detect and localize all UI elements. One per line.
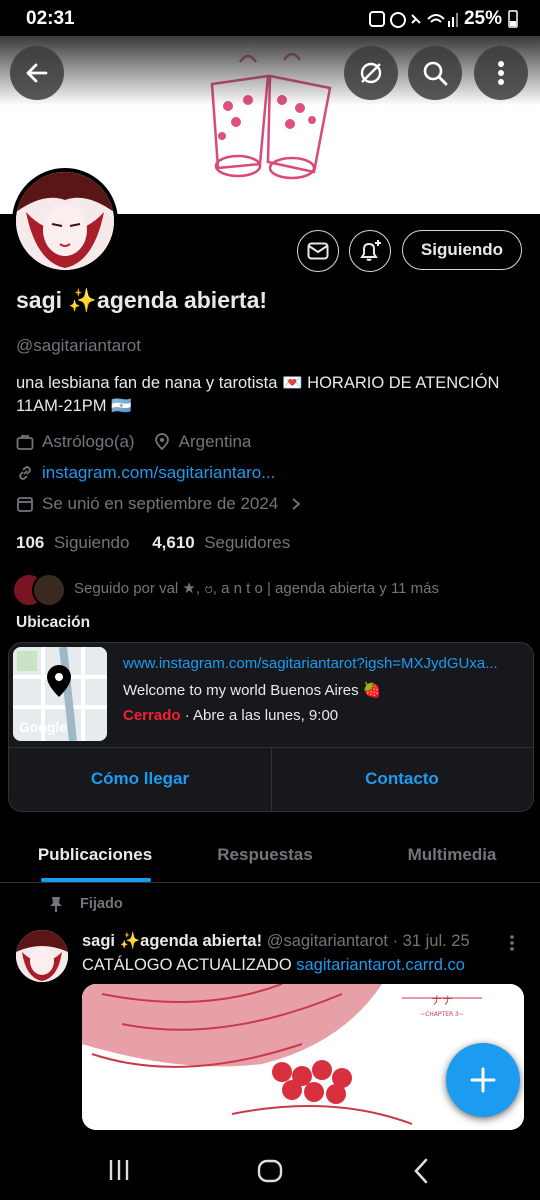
hide-icon	[360, 62, 382, 84]
post-body: CATÁLOGO ACTUALIZADO	[82, 956, 297, 974]
pinned-label: Fijado	[80, 896, 123, 912]
tab-posts[interactable]: Publicaciones	[0, 828, 190, 882]
following-label: Siguiendo	[53, 533, 130, 552]
followers-count: 4,610	[152, 533, 195, 552]
map-thumbnail[interactable]: Google	[13, 647, 107, 741]
avatar-image	[16, 172, 114, 270]
following-count: 106	[16, 533, 45, 552]
location-url[interactable]: www.instagram.com/sagitariantarot?igsh=M…	[123, 655, 498, 672]
more-icon	[498, 61, 504, 85]
location-card: Google www.instagram.com/sagitariantarot…	[8, 642, 534, 812]
calendar-icon	[17, 497, 33, 512]
media-subcaption: ~CHAPTER 3~	[420, 1011, 464, 1018]
business-status: Cerrado	[123, 707, 181, 724]
post-more-icon[interactable]	[508, 934, 516, 952]
chevron-right-icon	[292, 498, 301, 510]
profile-meta-row: Astrólogo(a) Argentina	[16, 432, 251, 452]
profile-joined-row[interactable]: Se unió en septiembre de 2024	[16, 494, 310, 514]
following-button[interactable]: Siguiendo	[402, 230, 522, 270]
battery-icon	[508, 10, 518, 28]
status-time: 02:31	[26, 8, 75, 29]
compose-button[interactable]	[446, 1043, 520, 1117]
opening-hours: · Abre a las lunes, 9:00	[180, 707, 339, 724]
display-name: sagi ✨agenda abierta!	[16, 287, 268, 313]
tab-replies[interactable]: Respuestas	[184, 828, 346, 882]
location-hours: Cerrado · Abre a las lunes, 9:00	[123, 707, 338, 724]
plus-icon	[470, 1067, 496, 1093]
follower-avatar	[32, 573, 66, 607]
location-description: Welcome to my world Buenos Aires 🍓	[123, 682, 382, 699]
link-icon	[19, 466, 31, 480]
search-icon	[423, 61, 448, 86]
map-google-label: Google	[19, 719, 68, 735]
follow-counts: 106 Siguiendo 4,610 Seguidores	[16, 533, 290, 553]
pin-icon	[50, 897, 62, 912]
profile-website-link[interactable]: instagram.com/sagitariantaro...	[42, 463, 275, 483]
following-link[interactable]: 106 Siguiendo	[16, 533, 129, 552]
search-button[interactable]	[408, 46, 462, 100]
media-caption: ナナ	[431, 994, 453, 1007]
followers-label: Seguidores	[204, 533, 291, 552]
tab-media[interactable]: Multimedia	[370, 828, 534, 882]
notifications-button[interactable]	[349, 230, 391, 272]
back-button[interactable]	[10, 46, 64, 100]
back-icon	[26, 63, 48, 83]
status-bar: 02:31 25%	[0, 0, 540, 36]
profile-category: Astrólogo(a)	[42, 432, 135, 451]
active-tab-indicator	[41, 878, 151, 882]
more-button[interactable]	[474, 46, 528, 100]
mail-icon	[307, 242, 329, 260]
profile-website-row[interactable]: instagram.com/sagitariantaro...	[16, 463, 275, 483]
location-section-title: Ubicación	[16, 614, 91, 631]
followers-link[interactable]: 4,610 Seguidores	[152, 533, 290, 552]
directions-button[interactable]: Cómo llegar	[9, 747, 271, 811]
post-avatar-image	[16, 930, 68, 982]
contact-button[interactable]: Contacto	[271, 747, 533, 811]
status-icons: 25%	[368, 8, 518, 30]
profile-location: Argentina	[178, 432, 252, 451]
post-author-avatar[interactable]	[16, 930, 68, 982]
followed-by-text: Seguido por val ★, ဗ, a n t o | agenda a…	[74, 580, 440, 597]
post-text: CATÁLOGO ACTUALIZADO sagitariantarot.car…	[82, 956, 465, 975]
profile-handle: @sagitariantarot	[16, 336, 141, 355]
profile-joined: Se unió en septiembre de 2024	[42, 494, 279, 513]
post-header: sagi ✨agenda abierta! @sagitariantarot ·…	[82, 932, 470, 951]
location-pin-icon	[154, 433, 169, 451]
system-nav-bar	[0, 1130, 540, 1200]
post-link[interactable]: sagitariantarot.carrd.co	[296, 956, 465, 974]
status-indicators-icon	[368, 11, 458, 28]
recents-icon[interactable]	[108, 1159, 130, 1181]
home-icon[interactable]	[257, 1159, 283, 1183]
hide-button[interactable]	[344, 46, 398, 100]
profile-bio: una lesbiana fan de nana y tarotista 💌 H…	[16, 374, 500, 415]
message-button[interactable]	[297, 230, 339, 272]
battery-text: 25%	[463, 8, 502, 29]
profile-avatar[interactable]	[12, 168, 118, 274]
briefcase-icon	[16, 435, 34, 450]
profile-tabs: Publicaciones Respuestas Multimedia	[0, 828, 540, 883]
post-handle-date: @sagitariantarot · 31 jul. 25	[266, 932, 470, 950]
followed-by-row[interactable]: Seguido por val ★, ဗ, a n t o | agenda a…	[12, 573, 440, 607]
bell-plus-icon	[360, 240, 381, 261]
pinned-label-row: Fijado	[48, 895, 123, 913]
system-back-icon[interactable]	[412, 1158, 430, 1184]
post-author-name[interactable]: sagi ✨agenda abierta!	[82, 932, 262, 950]
